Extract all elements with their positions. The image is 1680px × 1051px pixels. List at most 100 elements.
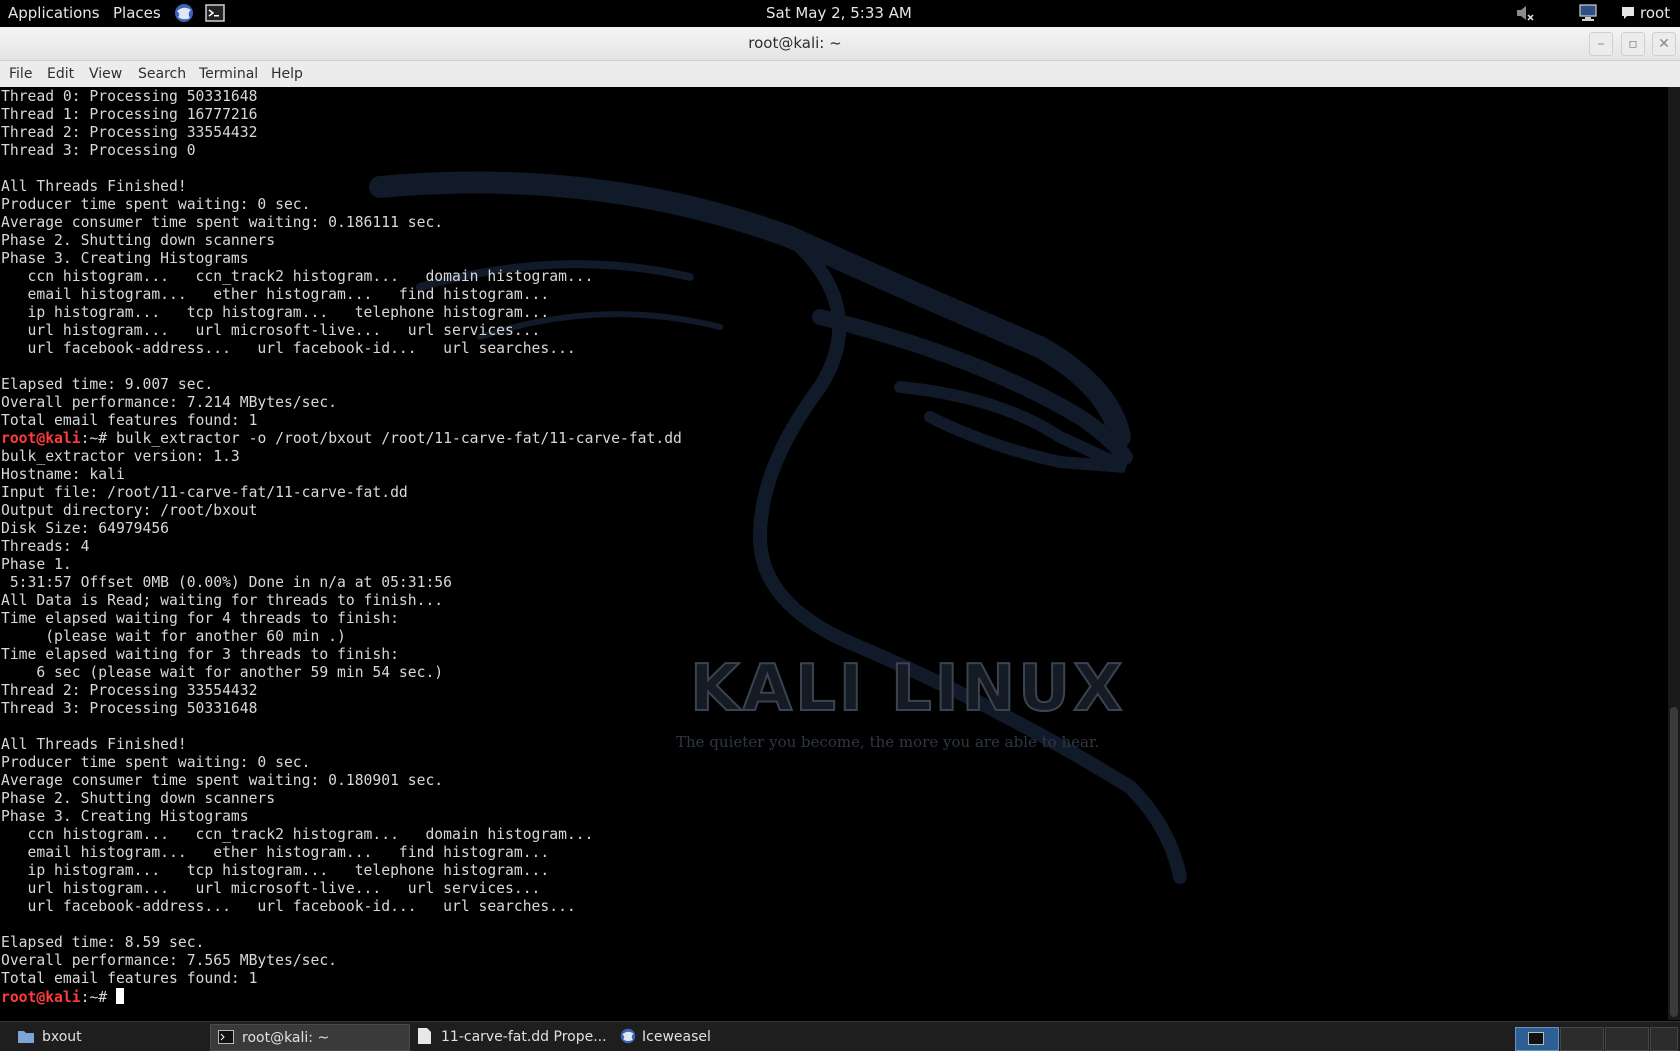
terminal-line: Thread 0: Processing 50331648 (1, 88, 258, 105)
menu-file[interactable]: File (9, 66, 32, 82)
maximize-button[interactable]: ▫ (1621, 32, 1645, 56)
text-cursor (115, 988, 124, 1004)
terminal-line: Phase 1. (1, 556, 72, 573)
terminal-line: url facebook-address... url facebook-id.… (1, 898, 576, 915)
menu-help[interactable]: Help (271, 66, 303, 82)
terminal-line: Phase 2. Shutting down scanners (1, 232, 276, 249)
prompt-path: :~# (80, 430, 108, 447)
prompt-line: root@kali:~# bulk_extractor -o /root/bxo… (1, 430, 682, 448)
clock[interactable]: Sat May 2, 5:33 AM (766, 4, 912, 22)
terminal-line: ccn histogram... ccn_track2 histogram...… (1, 826, 594, 843)
prompt-path: :~# (80, 989, 108, 1006)
menu-edit[interactable]: Edit (47, 66, 74, 82)
volume-muted-icon[interactable] (1515, 3, 1535, 23)
minimize-icon: – (1597, 36, 1605, 52)
task-bxout[interactable]: bxout (12, 1024, 202, 1049)
terminal-line: Phase 3. Creating Histograms (1, 808, 249, 825)
minimize-button[interactable]: – (1589, 32, 1613, 56)
terminal-line: Thread 2: Processing 33554432 (1, 124, 258, 141)
kali-logo: KALI LINUX (689, 651, 1126, 727)
terminal-line: Thread 1: Processing 16777216 (1, 106, 258, 123)
workspace-3[interactable] (1605, 1027, 1649, 1051)
places-menu[interactable]: Places (113, 4, 161, 22)
terminal-icon (1528, 1032, 1544, 1045)
terminal-line: Elapsed time: 9.007 sec. (1, 376, 214, 393)
prompt-line: root@kali:~# (1, 988, 682, 1006)
task-iceweasel[interactable]: Iceweasel (618, 1024, 798, 1049)
terminal-line: All Data is Read; waiting for threads to… (1, 592, 444, 609)
terminal-line: Thread 3: Processing 0 (1, 142, 196, 159)
terminal-line: Overall performance: 7.565 MBytes/sec. (1, 952, 338, 969)
terminal-line: All Threads Finished! (1, 178, 187, 195)
terminal-line: ip histogram... tcp histogram... telepho… (1, 304, 550, 321)
task-terminal[interactable]: root@kali: ~ (210, 1024, 410, 1051)
terminal-line: email histogram... ether histogram... fi… (1, 286, 550, 303)
terminal-line: Phase 2. Shutting down scanners (1, 790, 276, 807)
kali-tagline: The quieter you become, the more you are… (676, 733, 1100, 751)
window-titlebar[interactable]: root@kali: ~ – ▫ ✕ (0, 27, 1680, 61)
network-icon[interactable] (1578, 3, 1598, 23)
terminal-line: url histogram... url microsoft-live... u… (1, 322, 541, 339)
task-label: root@kali: ~ (242, 1030, 330, 1046)
terminal-line: 6 sec (please wait for another 59 min 54… (1, 664, 444, 681)
close-icon: ✕ (1658, 36, 1670, 52)
top-panel: Applications Places Sat May 2, 5:33 AM r… (0, 0, 1680, 27)
terminal-line: Time elapsed waiting for 4 threads to fi… (1, 610, 399, 627)
terminal-line: Total email features found: 1 (1, 412, 258, 429)
terminal-line: 5:31:57 Offset 0MB (0.00%) Done in n/a a… (1, 574, 452, 591)
terminal-line: Overall performance: 7.214 MBytes/sec. (1, 394, 338, 411)
terminal-icon (218, 1030, 234, 1044)
terminal-line: Input file: /root/11-carve-fat/11-carve-… (1, 484, 408, 501)
maximize-icon: ▫ (1628, 36, 1638, 52)
task-label: 11-carve-fat.dd Prope... (441, 1029, 607, 1045)
menu-view[interactable]: View (89, 66, 122, 82)
terminal-line: ip histogram... tcp histogram... telepho… (1, 862, 550, 879)
browser-launcher-icon[interactable] (174, 3, 194, 23)
terminal-line: Threads: 4 (1, 538, 90, 555)
chat-bubble-icon (1622, 7, 1634, 19)
prompt-user: root@kali (1, 989, 81, 1006)
command-text: bulk_extractor -o /root/bxout /root/11-c… (107, 430, 682, 447)
terminal-scrollbar[interactable] (1668, 87, 1680, 1020)
terminal-line: url histogram... url microsoft-live... u… (1, 880, 541, 897)
terminal-line: url facebook-address... url facebook-id.… (1, 340, 576, 357)
workspace-1[interactable] (1515, 1027, 1559, 1051)
folder-icon (18, 1031, 34, 1043)
terminal-launcher-icon[interactable] (205, 3, 225, 23)
menu-terminal[interactable]: Terminal (199, 66, 258, 82)
menubar: File Edit View Search Terminal Help (0, 61, 1680, 88)
menu-search[interactable]: Search (138, 66, 186, 82)
terminal-line: Time elapsed waiting for 3 threads to fi… (1, 646, 399, 663)
terminal-line: All Threads Finished! (1, 736, 187, 753)
prompt-user: root@kali (1, 430, 81, 447)
terminal-line: ccn histogram... ccn_track2 histogram...… (1, 268, 594, 285)
terminal-line: Producer time spent waiting: 0 sec. (1, 754, 311, 771)
workspace-4[interactable] (1650, 1027, 1678, 1051)
browser-icon (620, 1028, 636, 1044)
terminal-line: Phase 3. Creating Histograms (1, 250, 249, 267)
task-properties[interactable]: 11-carve-fat.dd Prope... (414, 1024, 614, 1049)
user-menu[interactable]: root (1640, 4, 1670, 22)
close-button[interactable]: ✕ (1652, 32, 1676, 56)
terminal-output: Thread 0: Processing 50331648 Thread 1: P… (1, 88, 682, 1006)
window-title: root@kali: ~ (748, 34, 842, 52)
terminal-line: Total email features found: 1 (1, 970, 258, 987)
bottom-taskbar: bxout root@kali: ~ 11-carve-fat.dd Prope… (0, 1021, 1680, 1051)
terminal-view[interactable]: KALI LINUX The quieter you become, the m… (0, 87, 1668, 1020)
task-label: bxout (42, 1029, 82, 1045)
terminal-line: Elapsed time: 8.59 sec. (1, 934, 205, 951)
scrollbar-thumb[interactable] (1670, 707, 1678, 1017)
workspace-2[interactable] (1560, 1027, 1604, 1051)
terminal-line: email histogram... ether histogram... fi… (1, 844, 550, 861)
terminal-line: Producer time spent waiting: 0 sec. (1, 196, 311, 213)
task-label: Iceweasel (642, 1029, 711, 1045)
terminal-line: Thread 2: Processing 33554432 (1, 682, 258, 699)
terminal-line: bulk_extractor version: 1.3 (1, 448, 240, 465)
applications-menu[interactable]: Applications (8, 4, 100, 22)
document-icon (418, 1028, 431, 1044)
terminal-line: Average consumer time spent waiting: 0.1… (1, 214, 444, 231)
